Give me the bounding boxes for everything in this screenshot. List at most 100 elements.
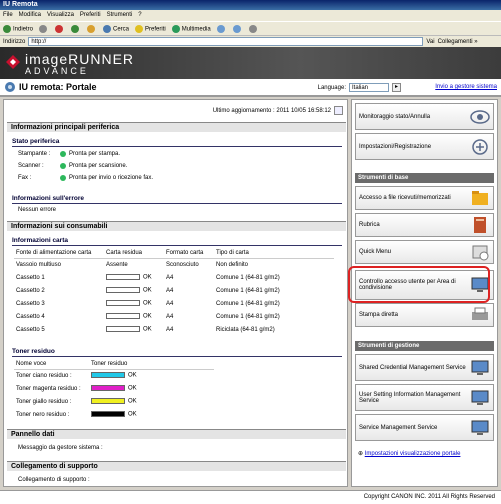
last-update-text: Ultimo aggiornamento : 2011 10/05 16:58:… — [212, 107, 331, 114]
menu-view[interactable]: Visualizza — [47, 12, 74, 19]
settings-registration-button[interactable]: Impostazioni/Registrazione — [355, 133, 494, 160]
admin-message-label: Messaggio da gestore sistema : — [18, 445, 103, 451]
section-main-info: Informazioni principali periferica — [7, 122, 346, 132]
toner-level-bar — [91, 398, 125, 405]
monitor-icon — [471, 390, 489, 405]
address-book-button[interactable]: Rubrica — [355, 213, 494, 237]
table-row: Toner magenta residuo : OK — [16, 385, 137, 392]
refresh-icon[interactable] — [71, 24, 80, 33]
send-to-admin-link[interactable]: Invio a gestore sistema — [435, 84, 497, 90]
subsection-toner: Toner residuo — [12, 348, 342, 357]
toner-level-bar — [91, 385, 125, 392]
status-ok-icon — [60, 175, 66, 181]
menu-bar: File Modifica Visualizza Preferiti Strum… — [0, 10, 501, 21]
forward-arrow-icon[interactable] — [39, 24, 48, 33]
language-control: Language: Italian ▸ — [318, 83, 401, 92]
address-bar: Indirizzo http:// Vai Collegamenti » — [0, 35, 501, 47]
direct-print-button[interactable]: Stampa diretta — [355, 303, 494, 327]
page-title: IU remota: Portale — [19, 82, 97, 92]
menu-favorites[interactable]: Preferiti — [80, 12, 101, 19]
paper-level-bar — [106, 274, 140, 281]
subsection-paper-info: Informazioni carta — [12, 237, 342, 246]
favorites-button[interactable]: Preferiti — [135, 24, 166, 33]
menu-tools[interactable]: Strumenti — [107, 12, 133, 19]
column-header: Tipo di carta — [214, 249, 334, 259]
back-arrow-icon — [3, 24, 11, 33]
table-row: Toner nero residuo : OK — [16, 411, 137, 418]
mail-icon[interactable] — [232, 24, 241, 33]
menu-file[interactable]: File — [3, 12, 13, 19]
section-support-link: Collegamento di supporto — [7, 461, 346, 471]
search-button[interactable]: Cerca — [103, 24, 129, 33]
table-row: Vassoio multiuso Assente Sconosciuto Non de… — [16, 261, 249, 268]
go-button[interactable]: Vai — [426, 39, 434, 45]
status-label: Scanner : — [18, 163, 44, 169]
status-label: Fax : — [18, 175, 32, 181]
folder-icon — [472, 191, 488, 205]
paper-table: Fonte di alimentazione carta Carta resid… — [14, 249, 334, 336]
page-header: IU remota: Portale Language: Italian ▸ I… — [0, 79, 501, 97]
table-header-row: Nome voce Toner residuo — [14, 360, 214, 370]
language-label: Language: — [317, 84, 346, 91]
language-select[interactable]: Italian — [349, 83, 389, 92]
column-header: Fonte di alimentazione carta — [14, 249, 104, 259]
shared-credential-button[interactable]: Shared Credential Management Service — [355, 354, 494, 381]
status-scanner: Scanner : Pronta per scansione. — [18, 163, 127, 169]
link-arrow-icon: ⊕ — [358, 451, 365, 457]
section-data-panel: Pannello dati — [7, 429, 346, 439]
monitor-status-button[interactable]: Monitoraggio stato/Annulla — [355, 103, 494, 130]
media-icon — [171, 24, 180, 33]
toner-level-bar — [91, 372, 125, 379]
status-ok-icon — [60, 151, 66, 157]
section-consumables: Informazioni sui consumabili — [7, 221, 346, 231]
history-icon[interactable] — [216, 24, 225, 33]
brand-line2: ADVANCE — [25, 66, 89, 76]
address-label: Indirizzo — [3, 38, 26, 45]
canon-logo-icon — [6, 55, 20, 69]
multimedia-button[interactable]: Multimedia — [171, 24, 211, 33]
footer: Copyright CANON INC. 2011 All Rights Res… — [0, 490, 501, 504]
links-button[interactable]: Collegamenti » — [438, 39, 478, 45]
stop-icon[interactable] — [55, 24, 64, 33]
paper-level-bar — [106, 300, 140, 307]
quick-menu-button[interactable]: Quick Menu — [355, 240, 494, 264]
status-value: Pronta per invio o ricezione fax. — [69, 175, 154, 181]
table-header-row: Fonte di alimentazione carta Carta resid… — [14, 249, 334, 259]
management-tools-title: Strumenti di gestione — [355, 341, 494, 351]
menu-edit[interactable]: Modifica — [19, 12, 41, 19]
menu-help[interactable]: ? — [138, 12, 141, 19]
print-icon[interactable] — [248, 24, 257, 33]
brand-line1: imageRUNNER — [25, 51, 135, 67]
search-icon — [103, 24, 112, 33]
last-update: Ultimo aggiornamento : 2011 10/05 16:58:… — [213, 106, 343, 115]
toner-table: Nome voce Toner residuo Toner ciano resi… — [14, 360, 214, 421]
received-files-button[interactable]: Accesso a file ricevuti/memorizzati — [355, 186, 494, 210]
brand-banner: imageRUNNER ADVANCE — [0, 47, 501, 79]
user-setting-button[interactable]: User Setting Information Management Serv… — [355, 384, 494, 411]
status-printer: Stampante : Pronta per stampa. — [18, 151, 120, 157]
refresh-button[interactable] — [334, 106, 343, 115]
service-management-button[interactable]: Service Management Service — [355, 414, 494, 441]
subsection-device-status: Stato periferica — [12, 138, 342, 147]
monitor-icon — [471, 360, 489, 375]
printer-icon — [472, 307, 488, 320]
highlight-box — [348, 266, 490, 303]
eye-icon — [470, 109, 490, 124]
address-input[interactable]: http:// — [28, 37, 424, 46]
table-row: Cassetto 2 OK A4 Comune 1 (64-81 g/m2) — [16, 287, 280, 294]
back-button[interactable]: Indietro — [3, 24, 33, 33]
window-title: IU Remota — [0, 0, 501, 10]
status-label: Stampante : — [18, 151, 51, 157]
status-value: Pronta per scansione. — [69, 163, 128, 169]
main-panel: Ultimo aggiornamento : 2011 10/05 16:58:… — [3, 99, 348, 487]
table-row: Cassetto 4 OK A4 Comune 1 (64-81 g/m2) — [16, 313, 280, 320]
table-row: Cassetto 5 OK A4 Riciclata (64-81 g/m2) — [16, 326, 275, 333]
language-go-button[interactable]: ▸ — [392, 83, 401, 92]
home-icon[interactable] — [87, 24, 96, 33]
table-row: Toner ciano residuo : OK — [16, 372, 137, 380]
portal-settings-link[interactable]: ⊕ Impostazioni visualizzazione portale — [358, 450, 460, 457]
monitor-icon — [471, 420, 489, 435]
status-value: Pronta per stampa. — [69, 151, 121, 157]
subsection-error-info: Informazioni sull'errore — [12, 195, 342, 204]
table-row: Toner giallo residuo : OK — [16, 398, 137, 405]
